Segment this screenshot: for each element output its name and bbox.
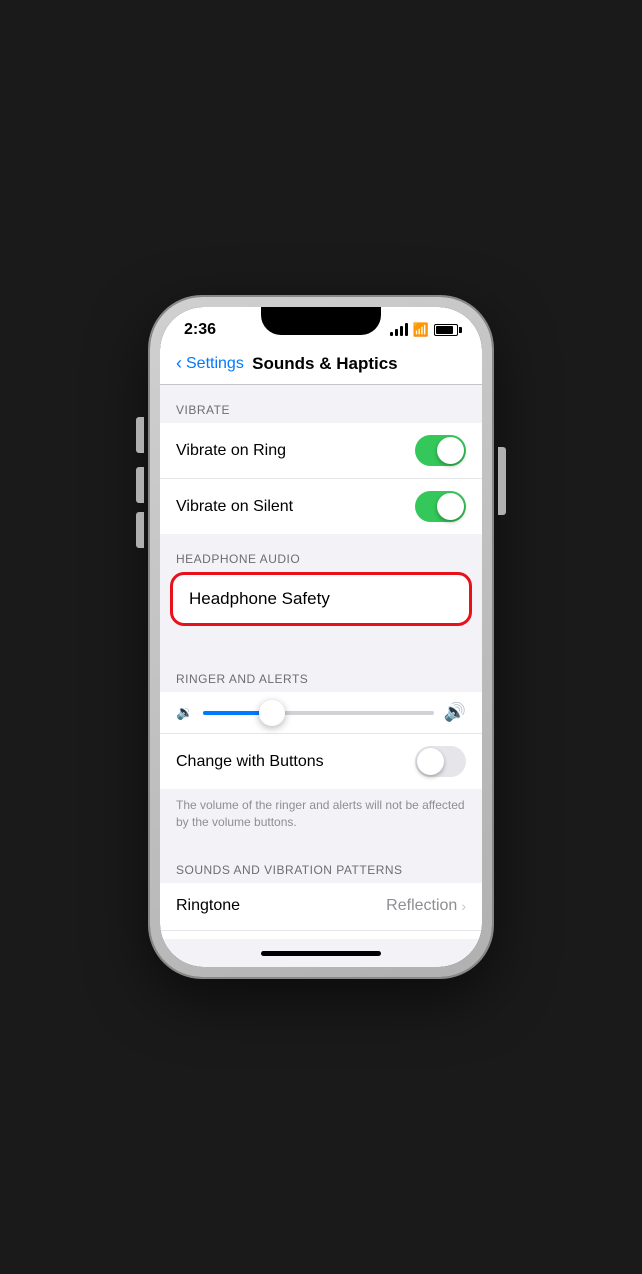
change-with-buttons-toggle[interactable]: [415, 746, 466, 777]
status-bar: 2:36 📶: [160, 307, 482, 345]
notch: [261, 307, 381, 335]
phone-inner: 2:36 📶 ‹ Se: [160, 307, 482, 967]
change-with-buttons-row[interactable]: Change with Buttons: [160, 734, 482, 789]
screen: 2:36 📶 ‹ Se: [160, 307, 482, 967]
change-with-buttons-label: Change with Buttons: [176, 753, 324, 771]
back-button[interactable]: ‹ Settings: [176, 353, 244, 374]
home-bar: [261, 951, 381, 956]
sounds-section-header: SOUNDS AND VIBRATION PATTERNS: [160, 845, 482, 883]
sounds-group: Ringtone Reflection › Text Tone Synth ›: [160, 883, 482, 939]
back-label: Settings: [186, 355, 244, 373]
phone-frame: 2:36 📶 ‹ Se: [150, 297, 492, 977]
ringtone-chevron-icon: ›: [461, 898, 466, 914]
text-tone-row[interactable]: Text Tone Synth ›: [160, 931, 482, 939]
vibrate-section-header: VIBRATE: [160, 385, 482, 423]
volume-slider-row[interactable]: 🔉 🔊: [160, 692, 482, 734]
nav-bar: ‹ Settings Sounds & Haptics: [160, 345, 482, 385]
headphone-section: Headphone Safety: [160, 572, 482, 634]
ringtone-value: Reflection: [386, 897, 457, 915]
home-indicator: [160, 939, 482, 967]
battery-icon: [434, 324, 458, 336]
back-chevron-icon: ‹: [176, 353, 182, 374]
signal-icon: [390, 324, 408, 336]
status-icons: 📶: [390, 322, 458, 338]
ringtone-label: Ringtone: [176, 897, 240, 915]
wifi-icon: 📶: [413, 322, 429, 338]
headphone-safety-label: Headphone Safety: [189, 589, 330, 609]
vibrate-on-ring-toggle[interactable]: [415, 435, 466, 466]
vibrate-on-ring-row[interactable]: Vibrate on Ring: [160, 423, 482, 479]
volume-slider[interactable]: [203, 711, 433, 715]
headphone-safety-row[interactable]: Headphone Safety: [170, 572, 472, 626]
volume-high-icon: 🔊: [444, 702, 466, 723]
ringer-description: The volume of the ringer and alerts will…: [160, 789, 482, 845]
volume-low-icon: 🔉: [176, 704, 193, 721]
status-time: 2:36: [184, 321, 216, 339]
headphone-section-header: HEADPHONE AUDIO: [160, 534, 482, 572]
vibrate-on-silent-label: Vibrate on Silent: [176, 498, 293, 516]
ringer-section-header: RINGER AND ALERTS: [160, 654, 482, 692]
vibrate-on-ring-label: Vibrate on Ring: [176, 442, 286, 460]
ringtone-value-group: Reflection ›: [386, 897, 466, 915]
vibrate-on-silent-row[interactable]: Vibrate on Silent: [160, 479, 482, 534]
ringtone-row[interactable]: Ringtone Reflection ›: [160, 883, 482, 931]
page-title: Sounds & Haptics: [244, 354, 406, 374]
vibrate-group: Vibrate on Ring Vibrate on Silent: [160, 423, 482, 534]
ringer-group: 🔉 🔊 Change with Buttons: [160, 692, 482, 789]
settings-content[interactable]: VIBRATE Vibrate on Ring Vibrate on Silen…: [160, 385, 482, 939]
vibrate-on-silent-toggle[interactable]: [415, 491, 466, 522]
